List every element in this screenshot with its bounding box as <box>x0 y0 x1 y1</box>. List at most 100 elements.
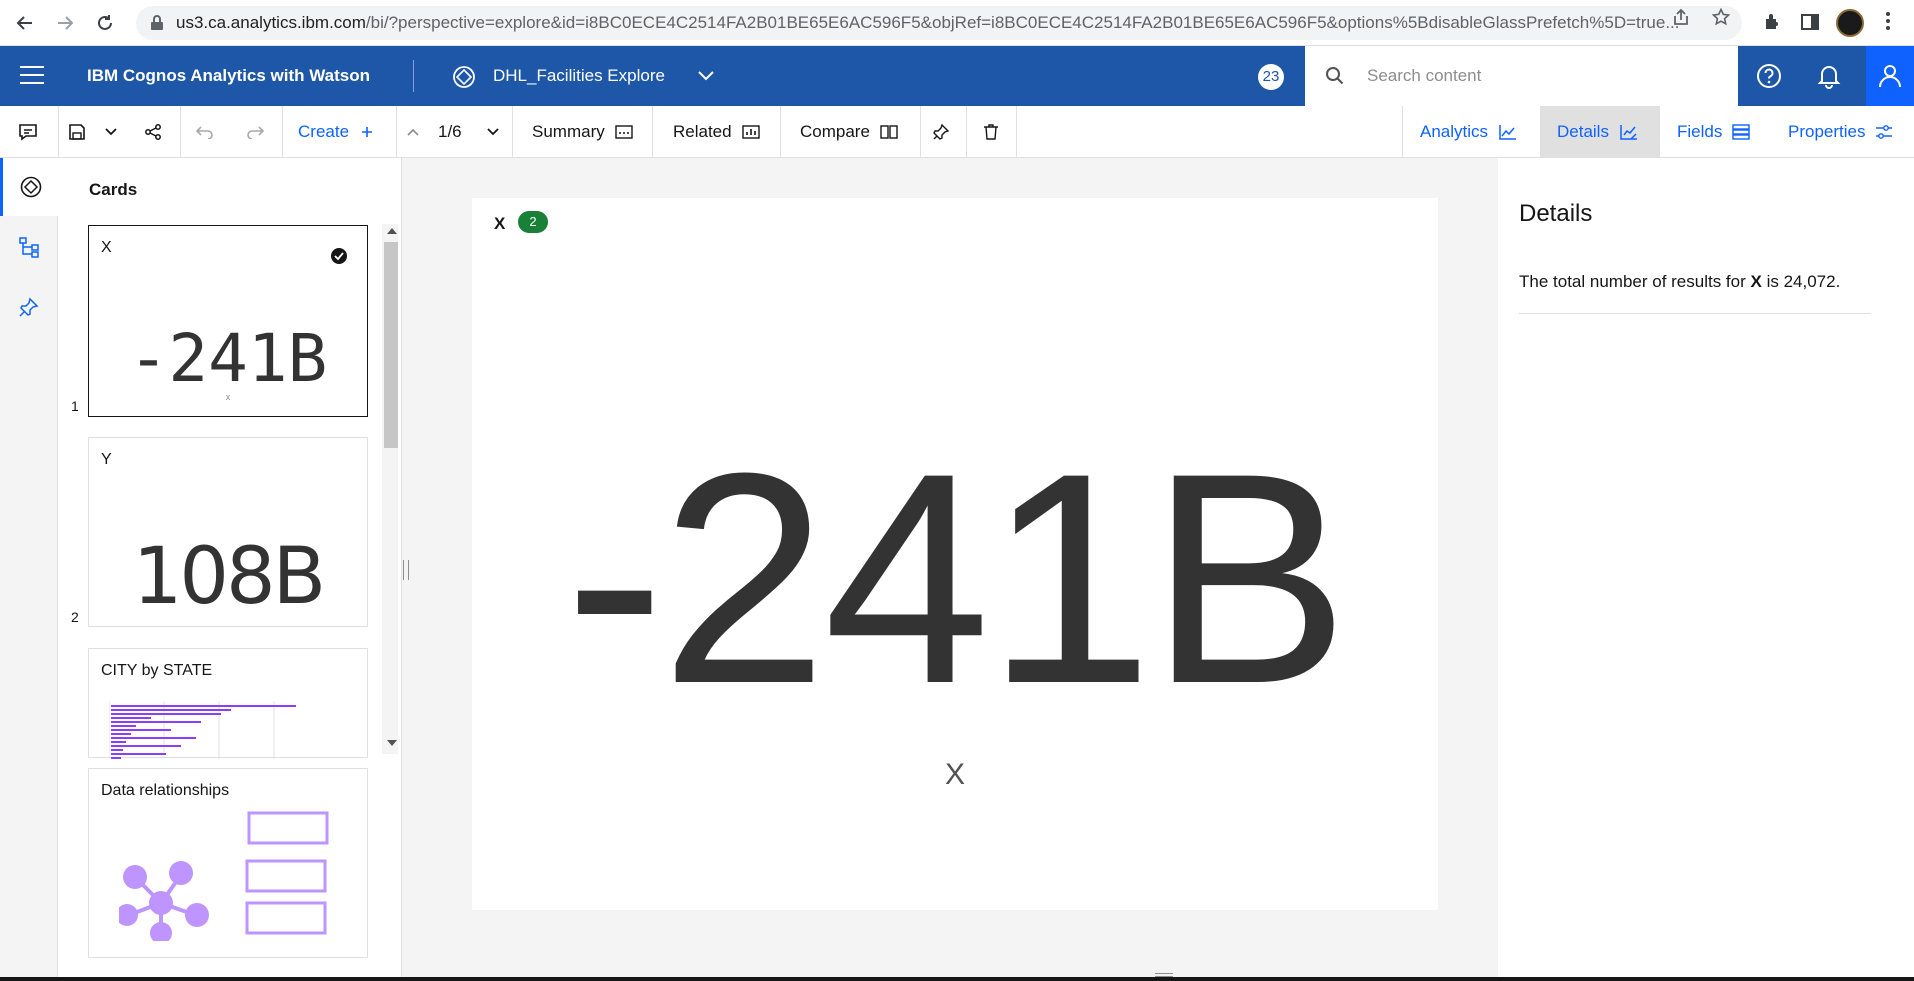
main-card-title: X <box>494 214 506 233</box>
left-icon-rail <box>0 158 58 981</box>
create-label: Create <box>298 122 350 141</box>
plus-icon <box>362 127 373 137</box>
side-panel-icon[interactable] <box>1800 12 1820 32</box>
forward-button[interactable] <box>50 8 80 38</box>
pin-icon <box>19 297 39 317</box>
chevron-down-icon <box>487 128 499 136</box>
redo-icon <box>247 126 264 139</box>
scroll-up-icon[interactable] <box>387 228 397 234</box>
compare-button[interactable]: Compare <box>800 106 906 158</box>
previous-card-button[interactable] <box>406 106 420 158</box>
main-card-badge[interactable]: 2 <box>518 211 548 233</box>
back-button[interactable] <box>10 8 40 38</box>
chevron-down-icon <box>105 128 117 136</box>
arrow-right-icon <box>58 15 74 30</box>
url-path: /bi/?perspective=explore&id=i8BC0ECE4C25… <box>365 13 1680 32</box>
summary-button[interactable]: Summary <box>532 106 638 158</box>
card-number: 1 <box>71 398 79 414</box>
reload-button[interactable] <box>90 8 120 38</box>
exploration-icon <box>453 66 475 88</box>
search-box[interactable] <box>1305 46 1738 106</box>
analytics-line-icon <box>1499 125 1517 140</box>
save-menu-button[interactable] <box>104 106 122 158</box>
fields-label: Fields <box>1677 122 1723 141</box>
rail-pins-button[interactable] <box>0 278 58 336</box>
user-icon <box>1879 65 1901 88</box>
fields-panel-button[interactable]: Fields <box>1660 106 1774 158</box>
hamburger-menu-icon[interactable] <box>20 66 44 90</box>
user-menu[interactable] <box>1866 46 1914 106</box>
lock-icon <box>151 15 163 30</box>
details-chart-icon <box>1620 125 1637 140</box>
card-title: CITY by STATE <box>101 662 213 679</box>
card-title: Data relationships <box>101 782 230 799</box>
cards-scrollbar-thumb[interactable] <box>384 242 398 448</box>
details-label: Details <box>1557 122 1609 141</box>
card-number: 2 <box>71 609 79 625</box>
help-icon[interactable] <box>1756 63 1782 89</box>
create-button[interactable]: Create <box>298 106 378 158</box>
pin-button[interactable] <box>932 106 952 158</box>
browser-menu-icon[interactable] <box>1886 12 1890 33</box>
related-button[interactable]: Related <box>673 106 767 158</box>
next-card-button[interactable] <box>486 106 502 158</box>
main-card-label: X <box>944 758 965 791</box>
main-card[interactable]: X 2 -241B X <box>472 198 1438 910</box>
main-card-value: -241B <box>564 410 1350 746</box>
chevron-down-icon[interactable] <box>697 68 715 82</box>
properties-panel-button[interactable]: Properties <box>1774 106 1914 158</box>
star-icon[interactable] <box>1712 8 1730 26</box>
scroll-down-icon[interactable] <box>387 740 397 746</box>
share-button[interactable] <box>144 106 164 158</box>
share-icon[interactable] <box>1672 8 1690 26</box>
browser-chrome: us3.ca.analytics.ibm.com/bi/?perspective… <box>0 0 1914 46</box>
card-title: Y <box>101 451 112 468</box>
share-nodes-icon <box>145 124 161 140</box>
details-field-name: X <box>1750 272 1762 291</box>
details-panel: Details The total number of results for … <box>1498 158 1914 981</box>
redo-button[interactable] <box>246 106 266 158</box>
card-x[interactable]: X -241B x <box>88 225 368 417</box>
brand-title: IBM Cognos Analytics with Watson <box>87 66 371 85</box>
arrow-left-icon <box>16 15 32 30</box>
card-data-relationships[interactable]: Data relationships <box>88 768 368 958</box>
page-indicator: 1/6 <box>438 122 462 141</box>
related-label: Related <box>673 122 732 141</box>
compare-label: Compare <box>800 122 870 141</box>
rail-hierarchy-button[interactable] <box>0 218 58 276</box>
details-result-count: 24,072. <box>1783 272 1841 291</box>
save-button[interactable] <box>68 106 92 158</box>
notification-count-badge[interactable]: 23 <box>1258 64 1284 90</box>
search-input[interactable] <box>1367 66 1707 86</box>
properties-label: Properties <box>1788 122 1866 141</box>
card-value: 108B <box>132 532 326 622</box>
relationship-box <box>247 811 329 845</box>
extensions-icon[interactable] <box>1762 12 1782 32</box>
cards-panel-title: Cards <box>89 180 138 199</box>
profile-avatar[interactable] <box>1836 9 1864 37</box>
notifications-bell-icon[interactable] <box>1816 63 1842 89</box>
asset-name[interactable]: DHL_Facilities Explore <box>493 66 665 86</box>
related-bar-chart-icon <box>741 125 760 139</box>
compare-icon <box>880 125 898 139</box>
rail-cards-button[interactable] <box>0 158 58 216</box>
card-title: X <box>101 239 112 256</box>
cards-explore-icon <box>20 176 41 198</box>
delete-button[interactable] <box>983 106 1001 158</box>
card-sublabel: x <box>225 392 231 402</box>
properties-sliders-icon <box>1876 125 1893 139</box>
details-panel-button[interactable]: Details <box>1540 106 1660 158</box>
toolbar: Create 1/6 Summary Related Compare Analy… <box>0 106 1914 158</box>
card-y[interactable]: Y 108B <box>88 437 368 627</box>
analytics-panel-button[interactable]: Analytics <box>1403 106 1540 158</box>
panel-resize-handle[interactable] <box>403 560 409 580</box>
hierarchy-icon <box>19 237 39 258</box>
address-bar[interactable]: us3.ca.analytics.ibm.com/bi/?perspective… <box>136 6 1742 40</box>
selected-check-icon <box>331 248 347 264</box>
analytics-label: Analytics <box>1420 122 1489 141</box>
window-bottom-edge <box>0 977 1914 981</box>
card-city-by-state[interactable]: CITY by STATE <box>88 648 368 759</box>
chevron-up-icon <box>407 128 419 136</box>
comment-button[interactable] <box>18 106 40 158</box>
undo-button[interactable] <box>196 106 216 158</box>
